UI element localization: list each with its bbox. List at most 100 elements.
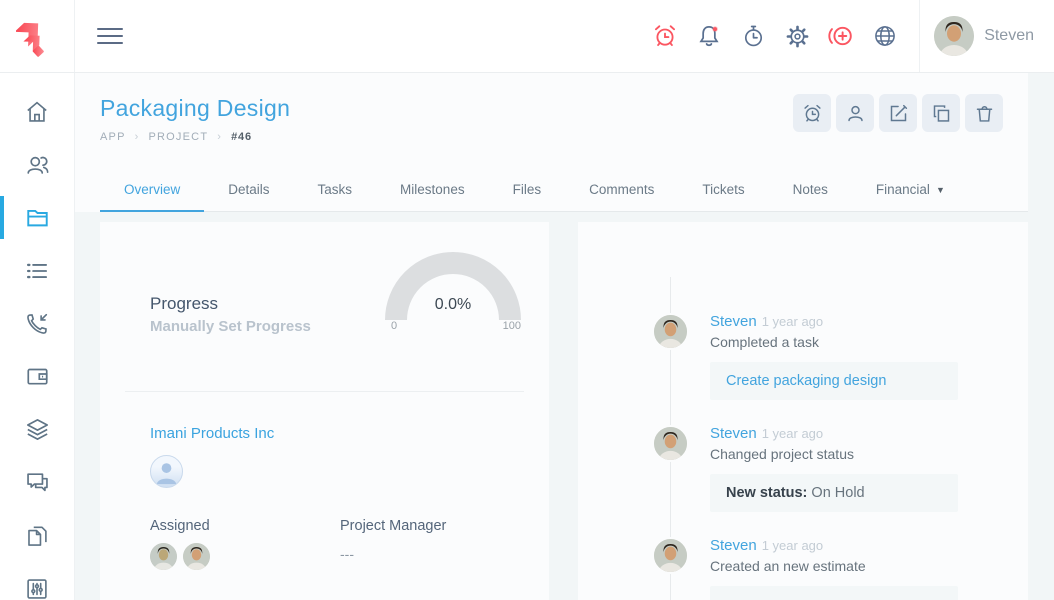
project-manager-section: Project Manager ---: [340, 518, 530, 570]
breadcrumb-separator: ›: [217, 131, 223, 143]
activity-detail-box: [710, 586, 958, 600]
assigned-section: Assigned: [150, 518, 340, 570]
assigned-label: Assigned: [150, 518, 210, 534]
clients-icon: [26, 156, 48, 174]
incoming-call-icon: [27, 313, 48, 334]
assigned-avatar-1[interactable]: [150, 543, 177, 570]
sidebar-item-stack[interactable]: [0, 403, 74, 456]
gauge-value: 0.0%: [434, 296, 472, 313]
sidebar-item-calls[interactable]: [0, 297, 74, 350]
sidebar-item-messages[interactable]: [0, 456, 74, 509]
activity-action: Completed a task: [710, 334, 819, 350]
assign-user-button[interactable]: [836, 94, 874, 132]
tab-financial[interactable]: Financial ▼: [852, 169, 969, 211]
activity-action: Changed project status: [710, 446, 854, 462]
home-icon: [27, 101, 47, 122]
sidebar-item-preferences[interactable]: [0, 562, 74, 600]
sidebar-item-documents[interactable]: [0, 509, 74, 562]
timer-icon[interactable]: [731, 14, 775, 58]
header-actions: [793, 94, 1003, 132]
status-value: On Hold: [807, 485, 865, 501]
edit-button[interactable]: [879, 94, 917, 132]
settings-icon[interactable]: [775, 14, 819, 58]
gauge-min-label: 0: [391, 320, 398, 332]
progress-title: Progress: [150, 294, 219, 313]
user-name: Steven: [984, 27, 1034, 44]
sidebar-item-list[interactable]: [0, 244, 74, 297]
gauge-arc: [385, 252, 521, 321]
activity-time: 1 year ago: [761, 538, 824, 553]
activity-time: 1 year ago: [761, 426, 824, 441]
main-content: Packaging Design APP › PROJECT › #46 Ove…: [75, 73, 1054, 600]
activity-user-link[interactable]: Steven: [710, 313, 757, 330]
user-avatar: [934, 16, 975, 56]
card-divider: [125, 391, 524, 392]
quick-add-icon[interactable]: [819, 14, 863, 58]
sidebar-item-wallet[interactable]: [0, 350, 74, 403]
project-manager-label: Project Manager: [340, 518, 447, 534]
assigned-avatar-2[interactable]: [183, 543, 210, 570]
breadcrumb-current: #46: [231, 131, 252, 143]
breadcrumb: APP › PROJECT › #46: [100, 131, 1028, 143]
top-navbar: Steven: [0, 0, 1054, 73]
trash-icon: [976, 105, 992, 122]
tab-notes[interactable]: Notes: [769, 169, 852, 211]
activity-avatar: [652, 537, 689, 574]
app-logo[interactable]: [0, 0, 75, 72]
edit-icon: [890, 104, 907, 121]
left-sidebar: [0, 73, 75, 600]
chat-icon: [26, 473, 48, 492]
brand-logo-icon: [16, 22, 44, 57]
user-menu[interactable]: Steven: [920, 16, 1054, 56]
chevron-down-icon: ▼: [935, 184, 945, 195]
activity-item: Steven 1 year ago Completed a task Create…: [652, 313, 1008, 400]
progress-subtitle: Manually Set Progress: [150, 318, 311, 335]
menu-toggle-button[interactable]: [97, 23, 123, 49]
activity-user-link[interactable]: Steven: [710, 425, 757, 442]
sliders-icon: [27, 578, 47, 599]
activity-timeline-card: Steven 1 year ago Completed a task Create…: [578, 222, 1028, 600]
activity-time: 1 year ago: [761, 314, 824, 329]
tab-overview[interactable]: Overview: [100, 169, 205, 212]
activity-avatar: [652, 425, 689, 462]
breadcrumb-separator: ›: [134, 131, 140, 143]
gauge-max-label: 100: [502, 320, 521, 332]
sidebar-item-home[interactable]: [0, 85, 74, 138]
activity-avatar: [652, 313, 689, 350]
activity-user-link[interactable]: Steven: [710, 537, 757, 554]
tab-milestones[interactable]: Milestones: [376, 169, 489, 211]
tab-tasks[interactable]: Tasks: [294, 169, 377, 211]
project-tabs: Overview Details Tasks Milestones Files …: [100, 169, 1028, 212]
default-user-icon: [156, 463, 177, 485]
activity-detail-box: Create packaging design: [710, 362, 958, 400]
breadcrumb-app[interactable]: APP: [100, 131, 126, 143]
tab-details[interactable]: Details: [204, 169, 293, 211]
reminder-button[interactable]: [793, 94, 831, 132]
sidebar-item-projects[interactable]: [0, 191, 74, 244]
user-icon: [847, 105, 863, 121]
sidebar-item-clients[interactable]: [0, 138, 74, 191]
status-label: New status:: [726, 485, 808, 501]
project-summary-card: Progress Manually Set Progress 0.0% 0 10…: [100, 222, 549, 600]
tab-tickets[interactable]: Tickets: [678, 169, 768, 211]
alarm-icon[interactable]: [643, 14, 687, 58]
notifications-icon[interactable]: [687, 14, 731, 58]
list-icon: [26, 263, 48, 278]
breadcrumb-project[interactable]: PROJECT: [149, 131, 209, 143]
client-avatar[interactable]: [150, 455, 183, 488]
activity-detail-box: New status: On Hold: [710, 474, 958, 512]
duplicate-button[interactable]: [922, 94, 960, 132]
layers-icon: [26, 418, 48, 441]
documents-icon: [28, 526, 47, 546]
tab-files[interactable]: Files: [489, 169, 566, 211]
copy-icon: [933, 104, 949, 122]
page-header: Packaging Design APP › PROJECT › #46 Ove…: [75, 73, 1028, 212]
tab-comments[interactable]: Comments: [565, 169, 678, 211]
activity-item: Steven 1 year ago Changed project status …: [652, 425, 1008, 512]
language-globe-icon[interactable]: [863, 14, 907, 58]
projects-folder-icon: [26, 210, 48, 227]
delete-button[interactable]: [965, 94, 1003, 132]
task-link[interactable]: Create packaging design: [726, 373, 886, 389]
alarm-icon: [803, 104, 821, 122]
client-name-link[interactable]: Imani Products Inc: [150, 425, 274, 442]
